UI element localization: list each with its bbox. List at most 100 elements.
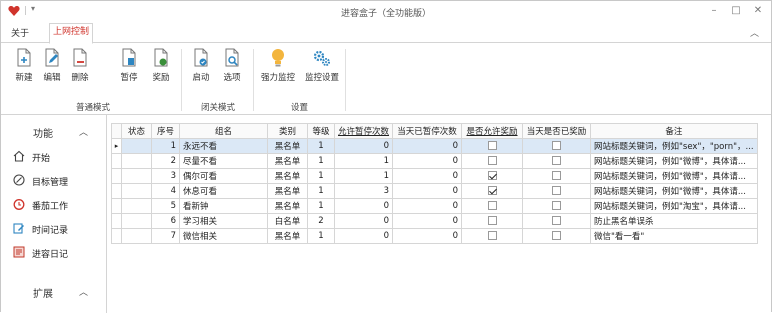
cell-level[interactable]: 2 bbox=[307, 213, 335, 229]
tab-internet-control[interactable]: 上网控制 bbox=[49, 23, 93, 44]
cell-group-name[interactable]: 学习相关 bbox=[179, 213, 268, 229]
cell-group-name[interactable]: 尽量不看 bbox=[179, 153, 268, 169]
column-header[interactable]: 备注 bbox=[590, 123, 758, 139]
cell-paused-today[interactable]: 0 bbox=[392, 198, 463, 214]
cell-level[interactable]: 1 bbox=[307, 153, 335, 169]
sidebar-item-goals[interactable]: 目标管理 bbox=[1, 171, 107, 191]
column-header[interactable]: 是否允许奖励 bbox=[461, 123, 524, 139]
column-header[interactable]: 当天是否已奖励 bbox=[522, 123, 592, 139]
cell-group-name[interactable]: 休息可看 bbox=[179, 183, 268, 199]
cell-level[interactable]: 1 bbox=[307, 183, 335, 199]
cell-number[interactable]: 3 bbox=[151, 168, 180, 184]
cell-number[interactable]: 4 bbox=[151, 183, 180, 199]
table-row[interactable]: 2 尽量不看 黑名单 1 1 0 网站标题关键词，例如"微博"，具体请... bbox=[111, 153, 758, 169]
cell-paused-today[interactable]: 0 bbox=[392, 153, 463, 169]
column-header[interactable]: 当天已暂停次数 bbox=[392, 123, 463, 139]
sidebar-section-features[interactable]: 功能 ︿ bbox=[1, 121, 107, 141]
new-button[interactable]: 新建 bbox=[9, 48, 39, 88]
sidebar-item-time-log[interactable]: 时间记录 bbox=[1, 219, 107, 239]
cell-level[interactable]: 1 bbox=[307, 228, 335, 244]
cell-paused-today[interactable]: 0 bbox=[392, 213, 463, 229]
checkbox[interactable] bbox=[487, 171, 497, 180]
table-row[interactable]: 7 微信相关 黑名单 1 0 0 微信"看一看" bbox=[111, 228, 758, 244]
cell-number[interactable]: 7 bbox=[151, 228, 180, 244]
cell-rewarded-today[interactable] bbox=[522, 228, 592, 244]
checkbox[interactable] bbox=[487, 216, 497, 225]
cell-status[interactable] bbox=[121, 198, 152, 214]
table-row[interactable]: 4 休息可看 黑名单 1 3 0 网站标题关键词，例如"微博"，具体请... bbox=[111, 183, 758, 199]
close-button[interactable]: ✕ bbox=[750, 4, 766, 18]
cell-rewarded-today[interactable] bbox=[522, 168, 592, 184]
cell-allowed-pauses[interactable]: 3 bbox=[333, 183, 394, 199]
cell-allowed-pauses[interactable]: 0 bbox=[333, 198, 394, 214]
table-row[interactable]: 6 学习相关 白名单 2 0 0 防止黑名单误杀 bbox=[111, 213, 758, 229]
column-header[interactable]: 类别 bbox=[267, 123, 308, 139]
collapse-ribbon-icon[interactable]: ︿ bbox=[750, 26, 759, 39]
strong-monitor-button[interactable]: 强力监控 bbox=[260, 48, 296, 88]
cell-category[interactable]: 黑名单 bbox=[267, 138, 308, 154]
checkbox[interactable] bbox=[487, 141, 497, 150]
cell-number[interactable]: 5 bbox=[151, 198, 180, 214]
cell-group-name[interactable]: 看新钟 bbox=[179, 198, 268, 214]
delete-button[interactable]: 删除 bbox=[65, 48, 95, 88]
cell-note[interactable]: 网站标题关键词，例如"淘宝"，具体请... bbox=[590, 198, 758, 214]
cell-allowed-pauses[interactable]: 0 bbox=[333, 213, 394, 229]
cell-status[interactable] bbox=[121, 213, 152, 229]
cell-allowed-pauses[interactable]: 1 bbox=[333, 153, 394, 169]
start-button[interactable]: 启动 bbox=[186, 48, 216, 88]
cell-group-name[interactable]: 偶尔可看 bbox=[179, 168, 268, 184]
checkbox[interactable] bbox=[552, 201, 562, 210]
cell-note[interactable]: 网站标题关键词，例如"微博"，具体请... bbox=[590, 153, 758, 169]
cell-paused-today[interactable]: 0 bbox=[392, 138, 463, 154]
sidebar-item-diary[interactable]: 进容日记 bbox=[1, 243, 107, 263]
column-header[interactable]: 组名 bbox=[179, 123, 268, 139]
cell-group-name[interactable]: 微信相关 bbox=[179, 228, 268, 244]
cell-allowed-pauses[interactable]: 0 bbox=[333, 138, 394, 154]
cell-allow-reward[interactable] bbox=[461, 183, 524, 199]
cell-allowed-pauses[interactable]: 0 bbox=[333, 228, 394, 244]
cell-status[interactable] bbox=[121, 138, 152, 154]
column-header[interactable]: 序号 bbox=[151, 123, 180, 139]
monitor-settings-button[interactable]: 监控设置 bbox=[304, 48, 340, 88]
cell-note[interactable]: 网站标题关键词，例如"微博"，具体请... bbox=[590, 183, 758, 199]
checkbox[interactable] bbox=[552, 216, 562, 225]
cell-paused-today[interactable]: 0 bbox=[392, 228, 463, 244]
checkbox[interactable] bbox=[552, 171, 562, 180]
cell-rewarded-today[interactable] bbox=[522, 213, 592, 229]
cell-status[interactable] bbox=[121, 168, 152, 184]
checkbox[interactable] bbox=[487, 201, 497, 210]
minimize-button[interactable]: – bbox=[706, 4, 722, 18]
cell-number[interactable]: 1 bbox=[151, 138, 180, 154]
sidebar-section-extensions[interactable]: 扩展 ︿ bbox=[1, 281, 107, 301]
cell-category[interactable]: 黑名单 bbox=[267, 183, 308, 199]
sidebar-item-start[interactable]: 开始 bbox=[1, 147, 107, 167]
cell-note[interactable]: 网站标题关键词，例如"微博"，具体请... bbox=[590, 168, 758, 184]
reward-button[interactable]: 奖励 bbox=[146, 48, 176, 88]
table-row[interactable]: 3 偶尔可看 黑名单 1 1 0 网站标题关键词，例如"微博"，具体请... bbox=[111, 168, 758, 184]
cell-group-name[interactable]: 永远不看 bbox=[179, 138, 268, 154]
options-button[interactable]: 选项 bbox=[217, 48, 247, 88]
cell-note[interactable]: 网站标题关键词，例如"sex"，"porn"，... bbox=[590, 138, 758, 154]
cell-allow-reward[interactable] bbox=[461, 168, 524, 184]
cell-note[interactable]: 微信"看一看" bbox=[590, 228, 758, 244]
cell-category[interactable]: 黑名单 bbox=[267, 168, 308, 184]
cell-level[interactable]: 1 bbox=[307, 168, 335, 184]
table-row[interactable]: ▸ 1 永远不看 黑名单 1 0 0 网站标题关键词，例如"sex"，"porn"，... bbox=[111, 138, 758, 154]
checkbox[interactable] bbox=[552, 186, 562, 195]
cell-rewarded-today[interactable] bbox=[522, 183, 592, 199]
cell-level[interactable]: 1 bbox=[307, 198, 335, 214]
checkbox[interactable] bbox=[487, 231, 497, 240]
cell-note[interactable]: 防止黑名单误杀 bbox=[590, 213, 758, 229]
cell-rewarded-today[interactable] bbox=[522, 198, 592, 214]
cell-allow-reward[interactable] bbox=[461, 153, 524, 169]
checkbox[interactable] bbox=[487, 186, 497, 195]
maximize-button[interactable]: □ bbox=[728, 4, 744, 18]
cell-allow-reward[interactable] bbox=[461, 138, 524, 154]
cell-status[interactable] bbox=[121, 183, 152, 199]
sidebar-item-pomodoro[interactable]: 番茄工作 bbox=[1, 195, 107, 215]
chevron-up-icon[interactable]: ︿ bbox=[79, 285, 88, 298]
cell-category[interactable]: 黑名单 bbox=[267, 198, 308, 214]
cell-category[interactable]: 白名单 bbox=[267, 213, 308, 229]
cell-category[interactable]: 黑名单 bbox=[267, 153, 308, 169]
cell-number[interactable]: 6 bbox=[151, 213, 180, 229]
